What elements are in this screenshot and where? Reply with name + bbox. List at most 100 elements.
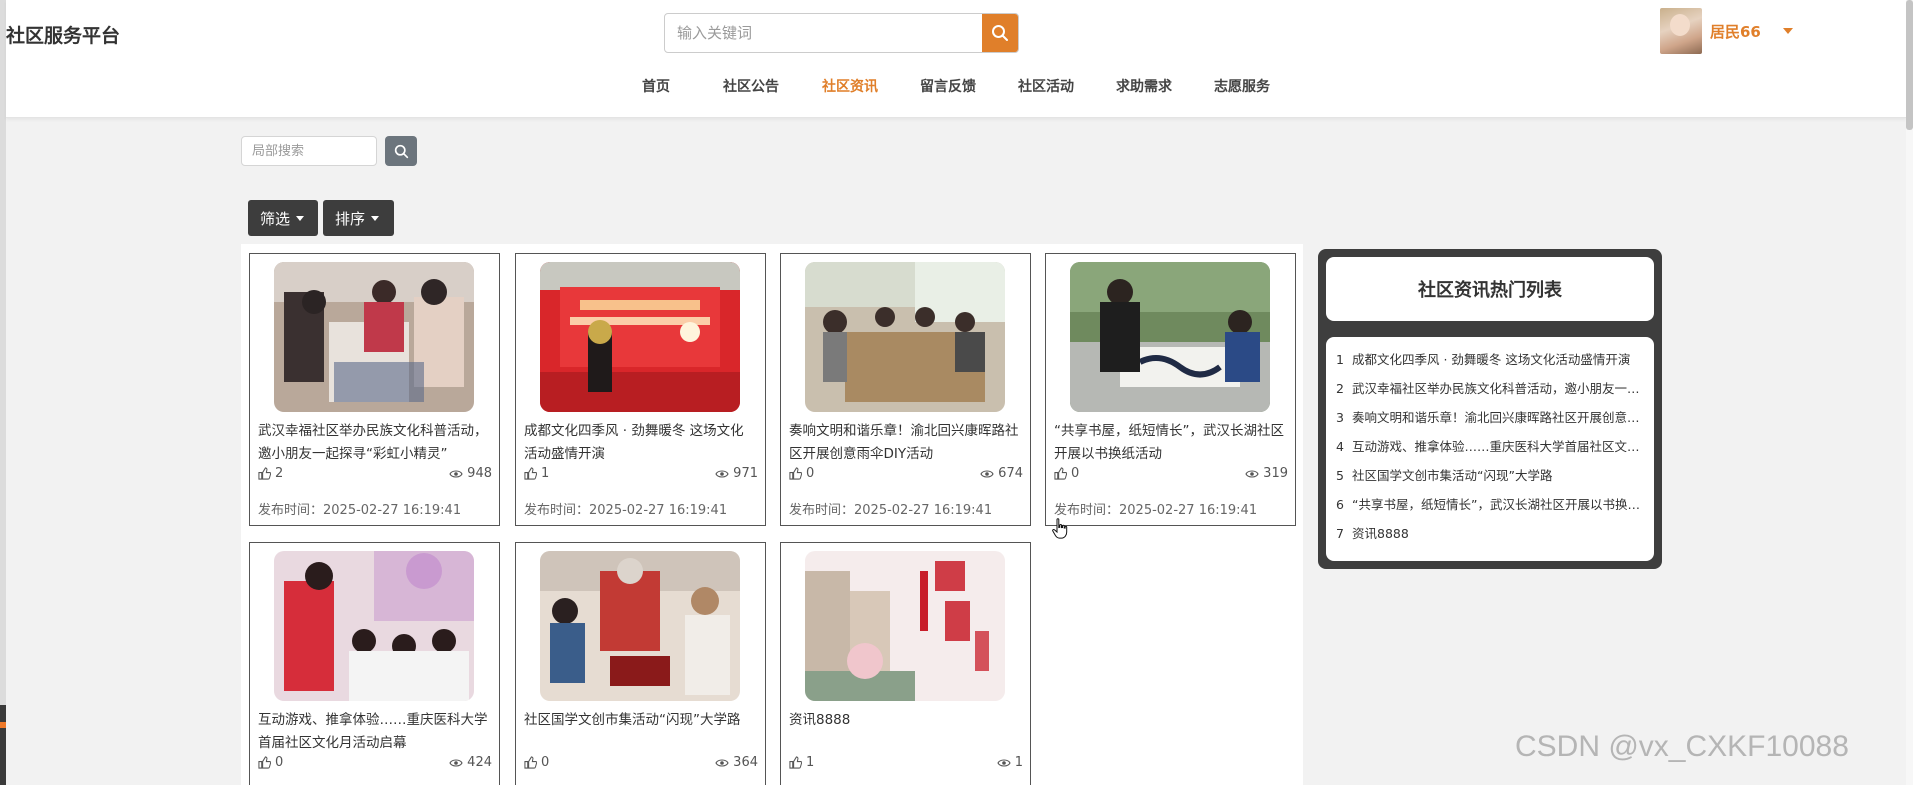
- like-count[interactable]: 1: [524, 466, 549, 481]
- nav-volunteer[interactable]: 志愿服务: [1214, 76, 1270, 96]
- publish-time-label: 发布时间：: [524, 503, 590, 518]
- nav-announcements[interactable]: 社区公告: [723, 76, 779, 96]
- view-count-value: 971: [733, 466, 758, 481]
- eye-icon: [997, 758, 1011, 767]
- news-meta: 0 674: [789, 466, 1023, 484]
- news-card[interactable]: 社区国学文创市集活动“闪现”大学路 0 364: [515, 542, 766, 785]
- publish-time: 发布时间：2025-02-27 16:19:41: [1054, 499, 1257, 518]
- news-thumbnail[interactable]: [540, 262, 740, 412]
- username[interactable]: 居民66: [1710, 21, 1761, 42]
- like-count[interactable]: 0: [789, 466, 814, 481]
- hot-news-item[interactable]: 6 “共享书屋，纸短情长”，武汉长湖社区开展以书换纸活动: [1336, 494, 1646, 513]
- sort-dropdown[interactable]: 排序: [323, 200, 394, 236]
- like-count-value: 0: [541, 755, 550, 770]
- hot-news-list: 1 成都文化四季风 · 劲舞暖冬 这场文化活动盛情开演 2 武汉幸福社区举办民族文化…: [1326, 337, 1654, 561]
- nav-home[interactable]: 首页: [642, 76, 670, 96]
- avatar[interactable]: [1660, 8, 1702, 54]
- thumbs-up-icon: [789, 467, 802, 480]
- thumbs-up-icon: [789, 756, 802, 769]
- publish-time-value: 2025-02-27 16:19:41: [1119, 503, 1258, 518]
- eye-icon: [1245, 469, 1259, 478]
- page-scrollbar[interactable]: [1906, 0, 1913, 785]
- news-title[interactable]: “共享书屋，纸短情长”，武汉长湖社区开展以书换纸活动: [1054, 420, 1286, 466]
- news-title[interactable]: 成都文化四季风 · 劲舞暖冬 这场文化活动盛情开演: [524, 420, 756, 466]
- nav-help-requests[interactable]: 求助需求: [1116, 76, 1172, 96]
- news-card[interactable]: 武汉幸福社区举办民族文化科普活动，邀小朋友一起探寻“彩虹小精灵” 2 948 发…: [249, 253, 500, 526]
- chevron-down-icon[interactable]: [1782, 28, 1793, 34]
- news-title[interactable]: 武汉幸福社区举办民族文化科普活动，邀小朋友一起探寻“彩虹小精灵”: [258, 420, 490, 466]
- news-title[interactable]: 互动游戏、推拿体验……重庆医科大学首届社区文化月活动启幕: [258, 709, 490, 755]
- hot-news-item[interactable]: 2 武汉幸福社区举办民族文化科普活动，邀小朋友一起探寻“彩虹小精灵”: [1336, 378, 1646, 397]
- hot-news-item[interactable]: 1 成都文化四季风 · 劲舞暖冬 这场文化活动盛情开演: [1336, 349, 1646, 368]
- filter-label: 筛选: [260, 209, 291, 228]
- global-search-input[interactable]: [665, 14, 983, 52]
- view-count: 424: [449, 755, 492, 770]
- nav-activities[interactable]: 社区活动: [1018, 76, 1074, 96]
- view-count-value: 1: [1014, 755, 1023, 770]
- nav-feedback[interactable]: 留言反馈: [920, 76, 976, 96]
- nav-news[interactable]: 社区资讯: [822, 76, 878, 96]
- news-card[interactable]: 互动游戏、推拿体验……重庆医科大学首届社区文化月活动启幕 0 424: [249, 542, 500, 785]
- like-count[interactable]: 0: [524, 755, 549, 770]
- hot-news-rank: 7: [1336, 526, 1344, 541]
- global-search-button[interactable]: [982, 14, 1018, 52]
- publish-time: 发布时间：2025-02-27 16:19:41: [789, 499, 992, 518]
- news-thumbnail[interactable]: [1070, 262, 1270, 412]
- filter-dropdown[interactable]: 筛选: [248, 200, 318, 236]
- like-count[interactable]: 2: [258, 466, 283, 481]
- like-count[interactable]: 0: [258, 755, 283, 770]
- news-card[interactable]: 资讯8888 1 1: [780, 542, 1031, 785]
- publish-time-value: 2025-02-27 16:19:41: [323, 503, 462, 518]
- hot-news-item[interactable]: 7 资讯8888: [1336, 523, 1646, 542]
- global-search: [664, 13, 1019, 53]
- hot-news-panel: 社区资讯热门列表 1 成都文化四季风 · 劲舞暖冬 这场文化活动盛情开演 2 武汉幸…: [1318, 249, 1662, 569]
- news-meta: 1 971: [524, 466, 758, 484]
- eye-icon: [449, 758, 463, 767]
- news-meta: 1 1: [789, 755, 1023, 773]
- thumbs-up-icon: [258, 756, 271, 769]
- news-title[interactable]: 社区国学文创市集活动“闪现”大学路: [524, 709, 756, 732]
- eye-icon: [980, 469, 994, 478]
- search-icon: [394, 144, 408, 158]
- main-nav: 首页 社区公告 社区资讯 留言反馈 社区活动 求助需求 志愿服务: [6, 76, 1906, 98]
- news-thumbnail[interactable]: [805, 262, 1005, 412]
- hot-news-item[interactable]: 4 互动游戏、推拿体验……重庆医科大学首届社区文化月活动启幕: [1336, 436, 1646, 455]
- like-count[interactable]: 1: [789, 755, 814, 770]
- thumbs-up-icon: [524, 467, 537, 480]
- local-search-button[interactable]: [385, 136, 417, 166]
- view-count-value: 319: [1263, 466, 1288, 481]
- hot-news-rank: 4: [1336, 439, 1344, 454]
- view-count: 319: [1245, 466, 1288, 481]
- news-card[interactable]: 成都文化四季风 · 劲舞暖冬 这场文化活动盛情开演 1 971 发布时间：202…: [515, 253, 766, 526]
- user-menu[interactable]: 居民66: [1660, 8, 1793, 54]
- eye-icon: [715, 469, 729, 478]
- news-card[interactable]: “共享书屋，纸短情长”，武汉长湖社区开展以书换纸活动 0 319 发布时间：20…: [1045, 253, 1296, 526]
- local-search-input[interactable]: [241, 136, 377, 166]
- hot-news-text: 互动游戏、推拿体验……重庆医科大学首届社区文化月活动启幕: [1352, 439, 1646, 454]
- publish-time-label: 发布时间：: [789, 503, 855, 518]
- like-count-value: 0: [275, 755, 284, 770]
- publish-time-label: 发布时间：: [1054, 503, 1120, 518]
- news-thumbnail[interactable]: [805, 551, 1005, 701]
- hot-news-text: 成都文化四季风 · 劲舞暖冬 这场文化活动盛情开演: [1352, 352, 1631, 367]
- like-count-value: 1: [541, 466, 550, 481]
- news-title[interactable]: 资讯8888: [789, 709, 1021, 732]
- site-brand[interactable]: 社区服务平台: [6, 21, 120, 48]
- view-count-value: 364: [733, 755, 758, 770]
- news-thumbnail[interactable]: [274, 551, 474, 701]
- like-count[interactable]: 0: [1054, 466, 1079, 481]
- hot-news-title: 社区资讯热门列表: [1326, 257, 1654, 321]
- view-count: 948: [449, 466, 492, 481]
- caret-down-icon: [296, 215, 305, 221]
- hand-cursor-icon: [1052, 518, 1068, 539]
- hot-news-text: 社区国学文创市集活动“闪现”大学路: [1352, 468, 1553, 483]
- hot-news-item[interactable]: 5 社区国学文创市集活动“闪现”大学路: [1336, 465, 1646, 484]
- hot-news-item[interactable]: 3 奏响文明和谐乐章！渝北回兴康晖路社区开展创意雨伞DIY活动: [1336, 407, 1646, 426]
- scrollbar-thumb[interactable]: [1906, 0, 1913, 130]
- news-thumbnail[interactable]: [540, 551, 740, 701]
- publish-time-value: 2025-02-27 16:19:41: [854, 503, 993, 518]
- news-thumbnail[interactable]: [274, 262, 474, 412]
- news-title[interactable]: 奏响文明和谐乐章！渝北回兴康晖路社区开展创意雨伞DIY活动: [789, 420, 1021, 466]
- news-card[interactable]: 奏响文明和谐乐章！渝北回兴康晖路社区开展创意雨伞DIY活动 0 674 发布时间…: [780, 253, 1031, 526]
- news-meta: 2 948: [258, 466, 492, 484]
